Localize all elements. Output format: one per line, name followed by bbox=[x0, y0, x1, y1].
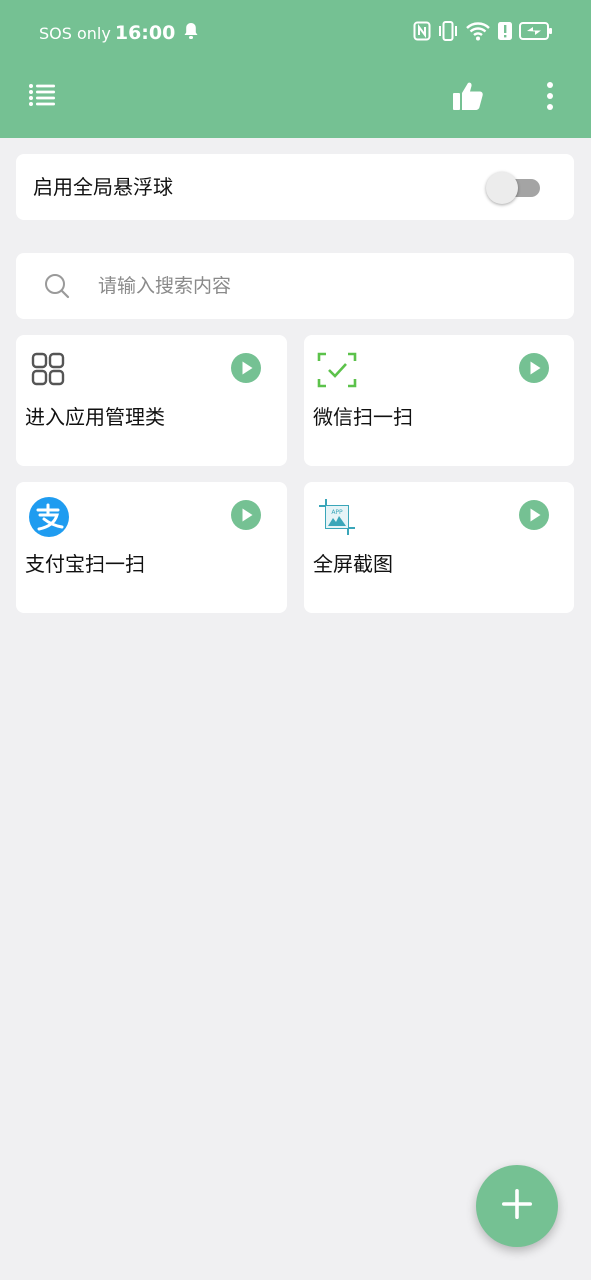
floating-ball-label: 启用全局悬浮球 bbox=[33, 175, 173, 199]
play-icon[interactable] bbox=[518, 499, 550, 531]
app-header: SOS only 16:00 bbox=[0, 0, 591, 138]
alert-icon bbox=[497, 21, 513, 45]
search-bar bbox=[16, 253, 574, 319]
thumbs-up-icon bbox=[452, 80, 484, 116]
play-icon[interactable] bbox=[518, 352, 550, 384]
shortcut-tile-alipay-scan[interactable]: 支付宝扫一扫 bbox=[16, 482, 287, 613]
play-icon[interactable] bbox=[230, 499, 262, 531]
tile-label: 全屏截图 bbox=[313, 552, 393, 576]
vibrate-icon bbox=[437, 20, 459, 46]
nfc-icon bbox=[413, 21, 431, 45]
battery-charging-icon bbox=[519, 21, 553, 45]
tile-label: 进入应用管理类 bbox=[25, 405, 165, 429]
status-bar: SOS only 16:00 bbox=[0, 0, 591, 66]
list-menu-icon bbox=[28, 83, 56, 111]
tile-label: 微信扫一扫 bbox=[313, 405, 413, 429]
floating-ball-toggle[interactable] bbox=[486, 172, 540, 204]
wifi-icon bbox=[465, 20, 491, 46]
svg-text:APP: APP bbox=[331, 509, 343, 516]
wechat-scan-icon bbox=[317, 350, 357, 390]
menu-button[interactable] bbox=[22, 78, 62, 116]
carrier-text: SOS only bbox=[39, 23, 111, 43]
shortcut-tile-fullscreen-screenshot[interactable]: APP 全屏截图 bbox=[304, 482, 574, 613]
search-icon bbox=[44, 273, 70, 303]
app-grid-icon bbox=[29, 350, 69, 390]
screenshot-icon: APP bbox=[317, 497, 357, 537]
clock: 16:00 bbox=[114, 22, 176, 44]
play-icon[interactable] bbox=[230, 352, 262, 384]
search-input[interactable] bbox=[98, 253, 558, 319]
more-options-button[interactable] bbox=[530, 78, 570, 118]
toggle-thumb bbox=[486, 172, 518, 204]
status-left: SOS only 16:00 bbox=[39, 20, 199, 46]
more-vertical-icon bbox=[546, 81, 554, 115]
status-right bbox=[413, 20, 553, 46]
shortcut-tile-wechat-scan[interactable]: 微信扫一扫 bbox=[304, 335, 574, 466]
floating-ball-card: 启用全局悬浮球 bbox=[16, 154, 574, 220]
plus-icon bbox=[500, 1187, 534, 1225]
shortcut-tile-app-manager[interactable]: 进入应用管理类 bbox=[16, 335, 287, 466]
like-button[interactable] bbox=[448, 78, 488, 118]
tile-label: 支付宝扫一扫 bbox=[25, 552, 145, 576]
add-shortcut-button[interactable] bbox=[476, 1165, 558, 1247]
alipay-icon bbox=[29, 497, 69, 537]
bell-icon bbox=[183, 22, 199, 44]
